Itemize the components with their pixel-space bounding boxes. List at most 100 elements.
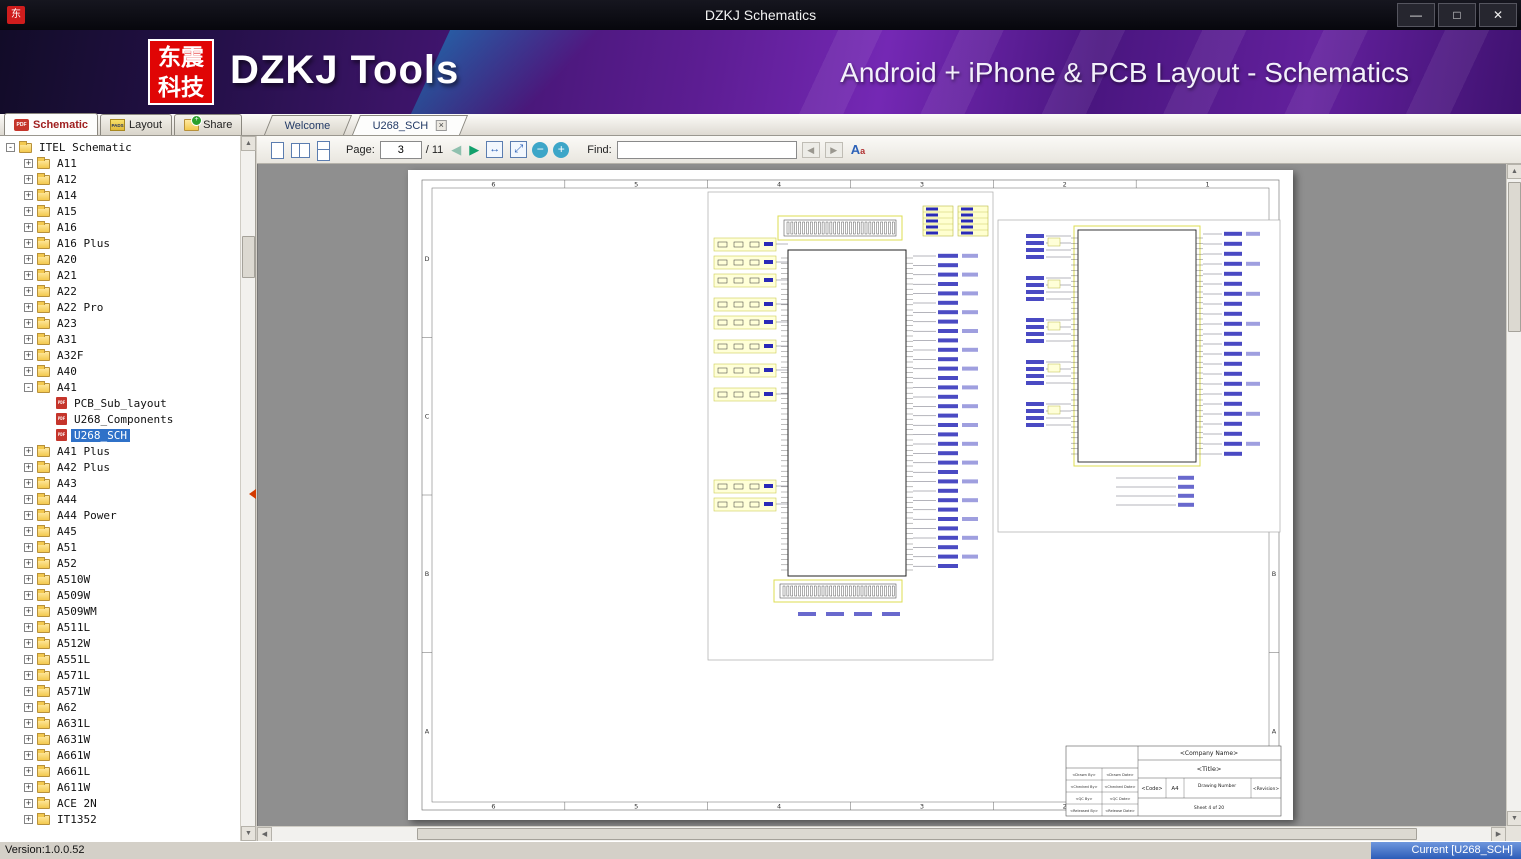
- tree-expander-icon[interactable]: +: [24, 766, 33, 776]
- schematic-page[interactable]: 665544332211DDCCBBAA<Drawn By><Drawn Dat…: [408, 170, 1293, 820]
- scroll-up-icon[interactable]: ▲: [241, 136, 256, 151]
- scroll-down-icon[interactable]: ▼: [1507, 811, 1521, 826]
- tree-item-a44-power[interactable]: + A44 Power: [0, 507, 240, 523]
- tree-expander-icon[interactable]: +: [24, 158, 33, 168]
- tree-item-a62[interactable]: + A62: [0, 699, 240, 715]
- tree-expander-icon[interactable]: +: [24, 670, 33, 680]
- tree-item-a44[interactable]: + A44: [0, 491, 240, 507]
- fit-page-icon[interactable]: ⤢: [510, 141, 528, 158]
- tree-item-ace-2n[interactable]: + ACE 2N: [0, 795, 240, 811]
- two-page-view-icon[interactable]: [290, 140, 310, 160]
- tree-expander-icon[interactable]: +: [24, 542, 33, 552]
- tree-item-a510w[interactable]: + A510W: [0, 571, 240, 587]
- tree-expander-icon[interactable]: +: [24, 638, 33, 648]
- close-button[interactable]: ✕: [1479, 3, 1517, 27]
- single-page-view-icon[interactable]: [267, 140, 287, 160]
- tree-item-a23[interactable]: + A23: [0, 315, 240, 331]
- tree-item-a51[interactable]: + A51: [0, 539, 240, 555]
- tree-expander-icon[interactable]: +: [24, 798, 33, 808]
- tree-expander-icon[interactable]: +: [24, 558, 33, 568]
- tree-expander-icon[interactable]: +: [24, 654, 33, 664]
- tree-item-a32f[interactable]: + A32F: [0, 347, 240, 363]
- main-tab-share[interactable]: Share: [174, 114, 243, 135]
- tree-item-a14[interactable]: + A14: [0, 187, 240, 203]
- tree-item-a661w[interactable]: + A661W: [0, 747, 240, 763]
- tree-expander-icon[interactable]: +: [24, 574, 33, 584]
- tree-item-a21[interactable]: + A21: [0, 267, 240, 283]
- tree-expander-icon[interactable]: +: [24, 622, 33, 632]
- tree-item-a509wm[interactable]: + A509WM: [0, 603, 240, 619]
- tab-close-icon[interactable]: ×: [435, 120, 447, 131]
- next-page-icon[interactable]: ▶: [469, 142, 479, 158]
- previous-page-icon[interactable]: ◀: [451, 142, 461, 158]
- tree-item-a511l[interactable]: + A511L: [0, 619, 240, 635]
- page-number-input[interactable]: [379, 140, 422, 159]
- tree-expander-icon[interactable]: +: [24, 318, 33, 328]
- tree-expander-icon[interactable]: +: [24, 494, 33, 504]
- tree-expander-icon[interactable]: +: [24, 270, 33, 280]
- tree-expander-icon[interactable]: +: [24, 814, 33, 824]
- tree-item-a20[interactable]: + A20: [0, 251, 240, 267]
- tree-item-a52[interactable]: + A52: [0, 555, 240, 571]
- tree-expander-icon[interactable]: +: [24, 606, 33, 616]
- tree-item-a509w[interactable]: + A509W: [0, 587, 240, 603]
- zoom-in-icon[interactable]: +: [553, 141, 570, 158]
- tree-expander-icon[interactable]: +: [24, 782, 33, 792]
- tree-item-a512w[interactable]: + A512W: [0, 635, 240, 651]
- tree-item-a40[interactable]: + A40: [0, 363, 240, 379]
- tree-item-a661l[interactable]: + A661L: [0, 763, 240, 779]
- panel-collapse-arrow[interactable]: [249, 489, 256, 499]
- doc-tab-welcome[interactable]: Welcome: [263, 115, 352, 135]
- tree-item-a22[interactable]: + A22: [0, 283, 240, 299]
- scroll-up-icon[interactable]: ▲: [1507, 164, 1521, 179]
- tree-expander-icon[interactable]: +: [24, 222, 33, 232]
- tree-item-a43[interactable]: + A43: [0, 475, 240, 491]
- tree-item-a42-plus[interactable]: + A42 Plus: [0, 459, 240, 475]
- text-size-icon[interactable]: Aa: [851, 142, 865, 157]
- tree-item-itel-schematic[interactable]: - ITEL Schematic: [0, 139, 240, 155]
- main-tab-layout[interactable]: Layout: [100, 114, 173, 135]
- tree-item-a31[interactable]: + A31: [0, 331, 240, 347]
- tree-item-u268-sch[interactable]: U268_SCH: [0, 427, 240, 443]
- content-vscroll-thumb[interactable]: [1508, 182, 1521, 332]
- tree-expander-icon[interactable]: +: [24, 462, 33, 472]
- tree-item-a16-plus[interactable]: + A16 Plus: [0, 235, 240, 251]
- tree-item-pcb-sub-layout[interactable]: PCB_Sub_layout: [0, 395, 240, 411]
- tree-expander-icon[interactable]: +: [24, 302, 33, 312]
- tree-scrollbar-thumb[interactable]: [242, 236, 255, 278]
- tree-item-a551l[interactable]: + A551L: [0, 651, 240, 667]
- tree-item-a15[interactable]: + A15: [0, 203, 240, 219]
- find-input[interactable]: [616, 140, 797, 159]
- tree-expander-icon[interactable]: +: [24, 446, 33, 456]
- tree-expander-icon[interactable]: -: [6, 142, 15, 152]
- continuous-view-icon[interactable]: [313, 140, 333, 161]
- find-next-icon[interactable]: ▶: [824, 141, 843, 158]
- minimize-button[interactable]: —: [1397, 3, 1435, 27]
- tree-expander-icon[interactable]: +: [24, 734, 33, 744]
- tree-expander-icon[interactable]: +: [24, 750, 33, 760]
- tree-item-a45[interactable]: + A45: [0, 523, 240, 539]
- tree-item-a571w[interactable]: + A571W: [0, 683, 240, 699]
- tree-expander-icon[interactable]: +: [24, 174, 33, 184]
- content-vertical-scrollbar[interactable]: ▲ ▼: [1506, 164, 1521, 826]
- tree-expander-icon[interactable]: +: [24, 350, 33, 360]
- tree-expander-icon[interactable]: +: [24, 334, 33, 344]
- tree-item-a22-pro[interactable]: + A22 Pro: [0, 299, 240, 315]
- tree-item-a611w[interactable]: + A611W: [0, 779, 240, 795]
- tree-item-a41[interactable]: - A41: [0, 379, 240, 395]
- tree-item-a571l[interactable]: + A571L: [0, 667, 240, 683]
- tree-expander-icon[interactable]: +: [24, 238, 33, 248]
- tree-item-a16[interactable]: + A16: [0, 219, 240, 235]
- tree-expander-icon[interactable]: +: [24, 254, 33, 264]
- tree-item-u268-components[interactable]: U268_Components: [0, 411, 240, 427]
- content-hscroll-thumb[interactable]: [417, 828, 1417, 840]
- tree-item-a12[interactable]: + A12: [0, 171, 240, 187]
- tree-expander-icon[interactable]: +: [24, 286, 33, 296]
- scroll-left-icon[interactable]: ◀: [257, 827, 272, 842]
- tree-expander-icon[interactable]: +: [24, 718, 33, 728]
- tree-item-a631l[interactable]: + A631L: [0, 715, 240, 731]
- tree-expander-icon[interactable]: +: [24, 590, 33, 600]
- schematic-viewport[interactable]: 665544332211DDCCBBAA<Drawn By><Drawn Dat…: [257, 164, 1506, 826]
- content-horizontal-scrollbar[interactable]: ◀ ▶: [257, 826, 1506, 842]
- tree-expander-icon[interactable]: +: [24, 702, 33, 712]
